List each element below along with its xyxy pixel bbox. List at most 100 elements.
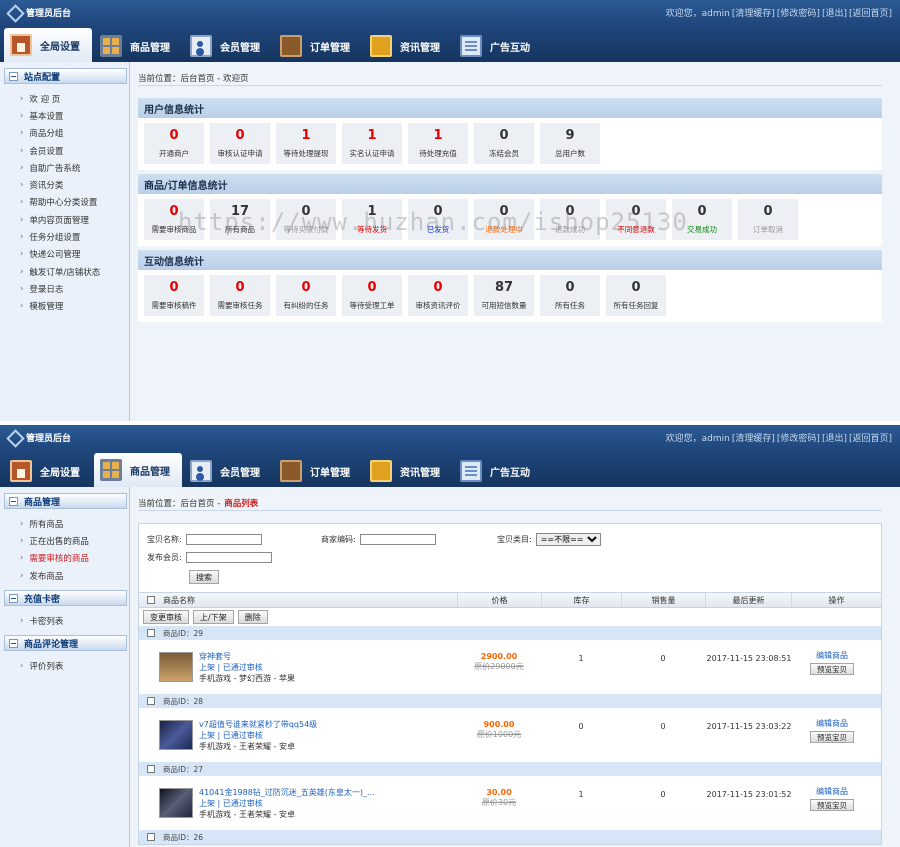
search-button[interactable]: 搜索 <box>189 570 219 584</box>
sidebar-item[interactable]: 任务分组设置 <box>0 228 129 245</box>
preview-button[interactable]: 预览宝贝 <box>810 663 854 675</box>
preview-button[interactable]: 预览宝贝 <box>810 799 854 811</box>
stat-card[interactable]: 0 不同意退款 <box>606 199 666 240</box>
publisher-input[interactable] <box>185 552 272 563</box>
collapse-icon <box>9 496 18 506</box>
table-row: 穿神套号 上架 | 已通过审核 手机游戏 - 梦幻西游 - 苹果 2900.00 原价2… <box>139 640 881 694</box>
shelf-toggle-button[interactable]: 上/下架 <box>193 610 234 624</box>
stat-card[interactable]: 87 可用短信数量 <box>474 275 534 316</box>
stat-card[interactable]: 0 退款成功 <box>540 199 600 240</box>
edit-goods-link[interactable]: 编辑商品 <box>799 650 865 661</box>
tab-orders[interactable]: 订单管理 <box>274 30 362 62</box>
sidebar-item[interactable]: 触发订单/店铺状态 <box>0 263 129 280</box>
sidebar-group[interactable]: 商品评论管理 <box>4 635 127 652</box>
stat-card[interactable]: 0 退款处理中 <box>474 199 534 240</box>
tab-global-settings[interactable]: 全局设置 <box>4 28 92 62</box>
select-all-checkbox[interactable] <box>147 596 155 604</box>
stat-value: 9 <box>565 128 575 143</box>
sidebar-item[interactable]: 登录日志 <box>0 280 129 297</box>
sidebar-item[interactable]: 资讯分类 <box>0 176 129 193</box>
sidebar-item[interactable]: 单内容页面管理 <box>0 211 129 228</box>
preview-button[interactable]: 预览宝贝 <box>810 731 854 743</box>
stat-card[interactable]: 0 订单取消 <box>738 199 798 240</box>
stat-card[interactable]: 0 开通商户 <box>144 123 204 164</box>
goods-id-bar: 商品ID：26 <box>139 830 881 844</box>
product-name-link[interactable]: v7超值号谁来就紧秒了带qq54级 <box>199 719 449 730</box>
stat-card[interactable]: 1 待处理充值 <box>408 123 468 164</box>
stat-card[interactable]: 0 需要审核任务 <box>210 275 270 316</box>
sidebar-item[interactable]: 卡密列表 <box>0 612 129 629</box>
sidebar-group[interactable]: 商品管理 <box>4 493 127 509</box>
clear-cache-link[interactable]: [清理缓存] <box>732 6 775 19</box>
product-name-link[interactable]: 41041金1988钻_过防沉迷_五英雄(东皇太一)_... <box>199 787 449 798</box>
stat-card[interactable]: 0 所有任务 <box>540 275 600 316</box>
stat-card[interactable]: 0 等待受理工单 <box>342 275 402 316</box>
stat-card[interactable]: 0 等待买家付款 <box>276 199 336 240</box>
sidebar-item[interactable]: 模板管理 <box>0 298 129 315</box>
sidebar-item[interactable]: 快递公司管理 <box>0 246 129 263</box>
back-home-link[interactable]: [返回首页] <box>849 6 892 19</box>
change-password-link[interactable]: [修改密码] <box>777 431 820 444</box>
sidebar-item[interactable]: 评价列表 <box>0 657 129 674</box>
back-home-link[interactable]: [返回首页] <box>849 431 892 444</box>
stat-card[interactable]: 0 冻结会员 <box>474 123 534 164</box>
logout-link[interactable]: [退出] <box>822 6 847 19</box>
product-thumbnail[interactable] <box>159 720 193 750</box>
stat-card[interactable]: 0 审核认证申请 <box>210 123 270 164</box>
edit-goods-link[interactable]: 编辑商品 <box>799 718 865 729</box>
stat-card[interactable]: 1 等待发货 <box>342 199 402 240</box>
sidebar-item[interactable]: 基本设置 <box>0 107 129 124</box>
stat-card[interactable]: 0 所有任务回复 <box>606 275 666 316</box>
stat-card[interactable]: 0 需要审核稿件 <box>144 275 204 316</box>
sidebar-item[interactable]: 欢 迎 页 <box>0 90 129 107</box>
stat-card[interactable]: 1 等待处理提现 <box>276 123 336 164</box>
edit-goods-link[interactable]: 编辑商品 <box>799 786 865 797</box>
stat-card[interactable]: 0 有纠纷的任务 <box>276 275 336 316</box>
stat-card[interactable]: 0 审核资讯评价 <box>408 275 468 316</box>
sidebar-item[interactable]: 商品分组 <box>0 125 129 142</box>
row-checkbox[interactable] <box>147 765 155 773</box>
sidebar-item[interactable]: 正在出售的商品 <box>0 532 129 549</box>
tab-members[interactable]: 会员管理 <box>184 30 272 62</box>
row-checkbox[interactable] <box>147 833 155 841</box>
sidebar-group[interactable]: 充值卡密 <box>4 590 127 607</box>
tab-news[interactable]: 资讯管理 <box>364 455 452 487</box>
tab-goods[interactable]: 商品管理 <box>94 453 182 487</box>
sidebar-group-site-config[interactable]: 站点配置 <box>4 68 127 84</box>
tab-goods[interactable]: 商品管理 <box>94 30 182 62</box>
sidebar-item[interactable]: 所有商品 <box>0 515 129 532</box>
change-review-button[interactable]: 变更审核 <box>143 610 189 624</box>
stat-card[interactable]: 0 交易成功 <box>672 199 732 240</box>
stat-card[interactable]: 17 所有商品 <box>210 199 270 240</box>
stat-card[interactable]: 1 实名认证申请 <box>342 123 402 164</box>
sidebar-item[interactable]: 发布商品 <box>0 567 129 584</box>
logout-link[interactable]: [退出] <box>822 431 847 444</box>
change-password-link[interactable]: [修改密码] <box>777 6 820 19</box>
product-thumbnail[interactable] <box>159 788 193 818</box>
row-checkbox[interactable] <box>147 697 155 705</box>
sidebar: 站点配置 欢 迎 页基本设置商品分组会员设置自助广告系统资讯分类帮助中心分类设置… <box>0 62 130 421</box>
row-checkbox[interactable] <box>147 629 155 637</box>
delete-button[interactable]: 删除 <box>237 610 268 624</box>
merchant-code-input[interactable] <box>359 534 436 545</box>
product-name-link[interactable]: 穿神套号 <box>199 651 449 662</box>
sidebar-item[interactable]: 需要审核的商品 <box>0 550 129 567</box>
sidebar-item[interactable]: 会员设置 <box>0 142 129 159</box>
tab-orders[interactable]: 订单管理 <box>274 455 362 487</box>
category-select[interactable]: ==不限== <box>535 533 601 546</box>
tab-members[interactable]: 会员管理 <box>184 455 272 487</box>
product-thumbnail[interactable] <box>159 652 193 682</box>
stat-card[interactable]: 0 需要审核商品 <box>144 199 204 240</box>
tab-ads[interactable]: 广告互动 <box>454 30 542 62</box>
goods-name-input[interactable] <box>185 534 262 545</box>
tab-ads[interactable]: 广告互动 <box>454 455 542 487</box>
sidebar-item[interactable]: 自助广告系统 <box>0 159 129 176</box>
stat-label: 退款处理中 <box>485 225 523 234</box>
breadcrumb: 当前位置：后台首页 - 商品列表 <box>138 495 882 511</box>
stat-card[interactable]: 0 已发货 <box>408 199 468 240</box>
tab-global-settings[interactable]: 全局设置 <box>4 455 92 487</box>
sidebar-item[interactable]: 帮助中心分类设置 <box>0 194 129 211</box>
tab-news[interactable]: 资讯管理 <box>364 30 452 62</box>
clear-cache-link[interactable]: [清理缓存] <box>732 431 775 444</box>
stat-card[interactable]: 9 总用户数 <box>540 123 600 164</box>
